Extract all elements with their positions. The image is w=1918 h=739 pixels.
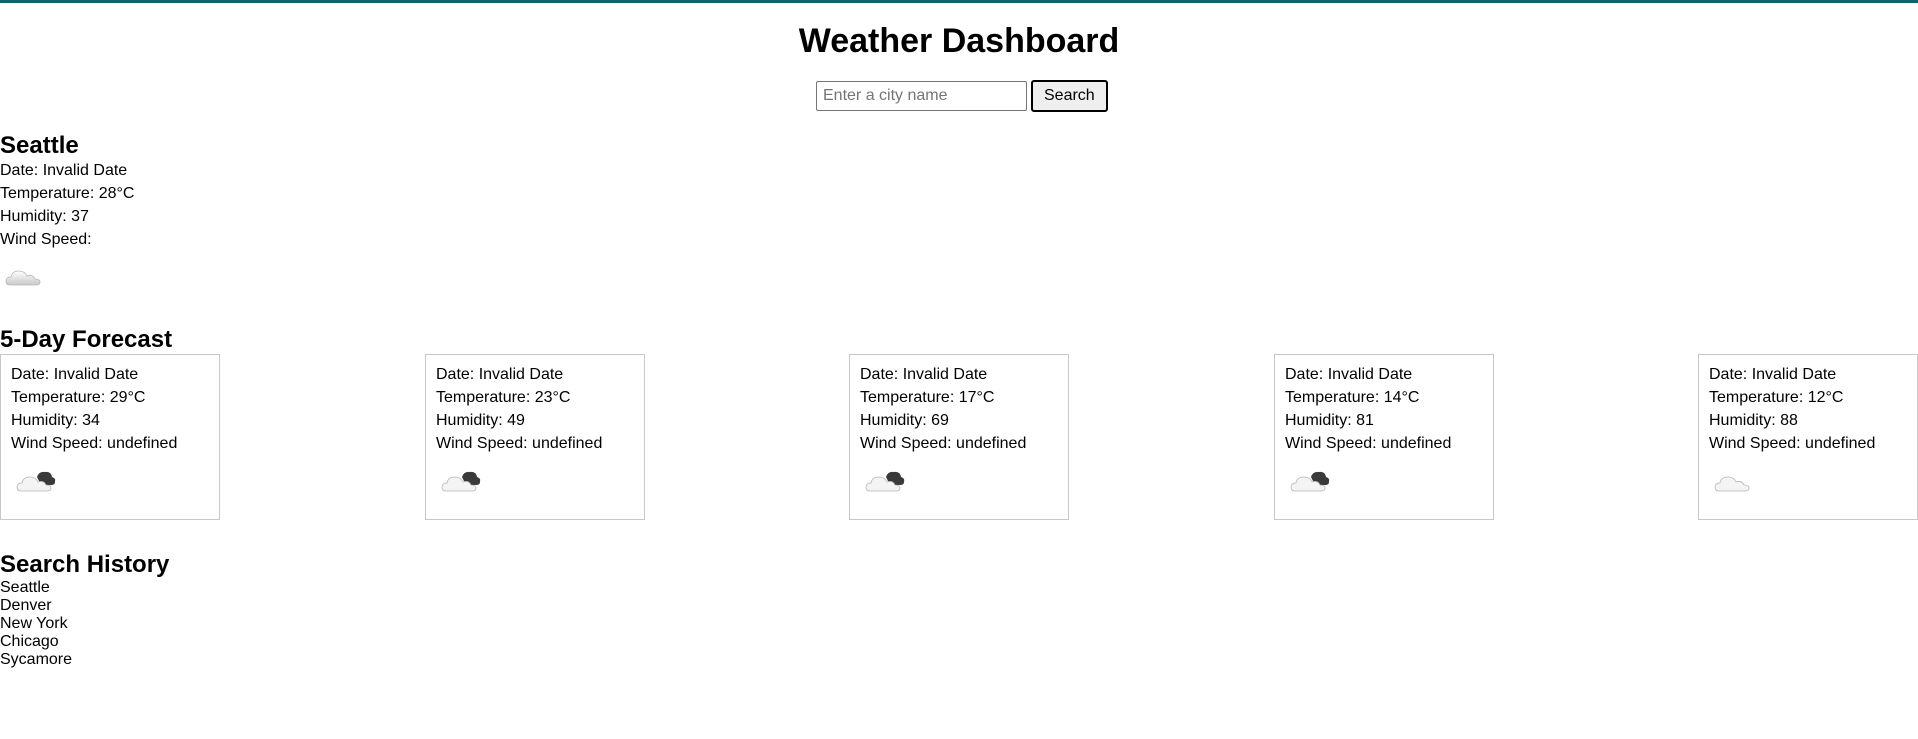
- forecast-card: Date: Invalid Date Temperature: 23°C Hum…: [425, 354, 645, 520]
- partly-cloudy-dark-icon: [1290, 471, 1330, 492]
- history-item[interactable]: Denver: [0, 597, 72, 615]
- cloud-icon: [1714, 476, 1750, 492]
- forecast-date: Date: Invalid Date: [1285, 366, 1413, 383]
- forecast-temperature: Temperature: 29°C: [11, 389, 146, 406]
- forecast-list: Date: Invalid Date Temperature: 29°C Hum…: [0, 354, 1918, 522]
- forecast-heading: 5-Day Forecast: [0, 326, 173, 353]
- forecast-temperature: Temperature: 14°C: [1285, 389, 1420, 406]
- search-bar: Search: [816, 80, 1108, 112]
- forecast-date: Date: Invalid Date: [436, 366, 564, 383]
- search-input[interactable]: [816, 81, 1027, 111]
- top-accent-bar: [0, 0, 1918, 3]
- history-item[interactable]: Seattle: [0, 579, 72, 597]
- forecast-humidity: Humidity: 81: [1285, 412, 1374, 429]
- search-history-list: Seattle Denver New York Chicago Sycamore: [0, 579, 72, 669]
- forecast-card: Date: Invalid Date Temperature: 17°C Hum…: [849, 354, 1069, 520]
- cloud-icon: [5, 270, 41, 286]
- partly-cloudy-dark-icon: [16, 471, 56, 492]
- forecast-wind-speed: Wind Speed: undefined: [860, 435, 1027, 452]
- forecast-humidity: Humidity: 34: [11, 412, 100, 429]
- forecast-wind-speed: Wind Speed: undefined: [11, 435, 178, 452]
- forecast-card: Date: Invalid Date Temperature: 29°C Hum…: [0, 354, 220, 520]
- forecast-temperature: Temperature: 12°C: [1709, 389, 1844, 406]
- history-item[interactable]: Sycamore: [0, 651, 72, 669]
- search-button[interactable]: Search: [1031, 80, 1108, 112]
- history-item[interactable]: Chicago: [0, 633, 72, 651]
- forecast-wind-speed: Wind Speed: undefined: [1285, 435, 1452, 452]
- search-history-heading: Search History: [0, 551, 170, 578]
- forecast-card: Date: Invalid Date Temperature: 14°C Hum…: [1274, 354, 1494, 520]
- forecast-date: Date: Invalid Date: [11, 366, 139, 383]
- partly-cloudy-dark-icon: [865, 471, 905, 492]
- current-date: Date: Invalid Date: [0, 162, 128, 179]
- current-temperature: Temperature: 28°C: [0, 185, 135, 202]
- forecast-wind-speed: Wind Speed: undefined: [1709, 435, 1876, 452]
- current-humidity: Humidity: 37: [0, 208, 89, 225]
- forecast-temperature: Temperature: 23°C: [436, 389, 571, 406]
- forecast-humidity: Humidity: 69: [860, 412, 949, 429]
- forecast-humidity: Humidity: 49: [436, 412, 525, 429]
- history-item[interactable]: New York: [0, 615, 72, 633]
- partly-cloudy-dark-icon: [441, 471, 481, 492]
- current-city-name: Seattle: [0, 132, 79, 159]
- forecast-card: Date: Invalid Date Temperature: 12°C Hum…: [1698, 354, 1918, 520]
- current-wind-speed: Wind Speed:: [0, 231, 92, 248]
- forecast-humidity: Humidity: 88: [1709, 412, 1798, 429]
- forecast-date: Date: Invalid Date: [860, 366, 988, 383]
- current-weather: Seattle Date: Invalid Date Temperature: …: [0, 133, 134, 295]
- forecast-wind-speed: Wind Speed: undefined: [436, 435, 603, 452]
- forecast-date: Date: Invalid Date: [1709, 366, 1837, 383]
- page-title: Weather Dashboard: [798, 22, 1120, 60]
- forecast-temperature: Temperature: 17°C: [860, 389, 995, 406]
